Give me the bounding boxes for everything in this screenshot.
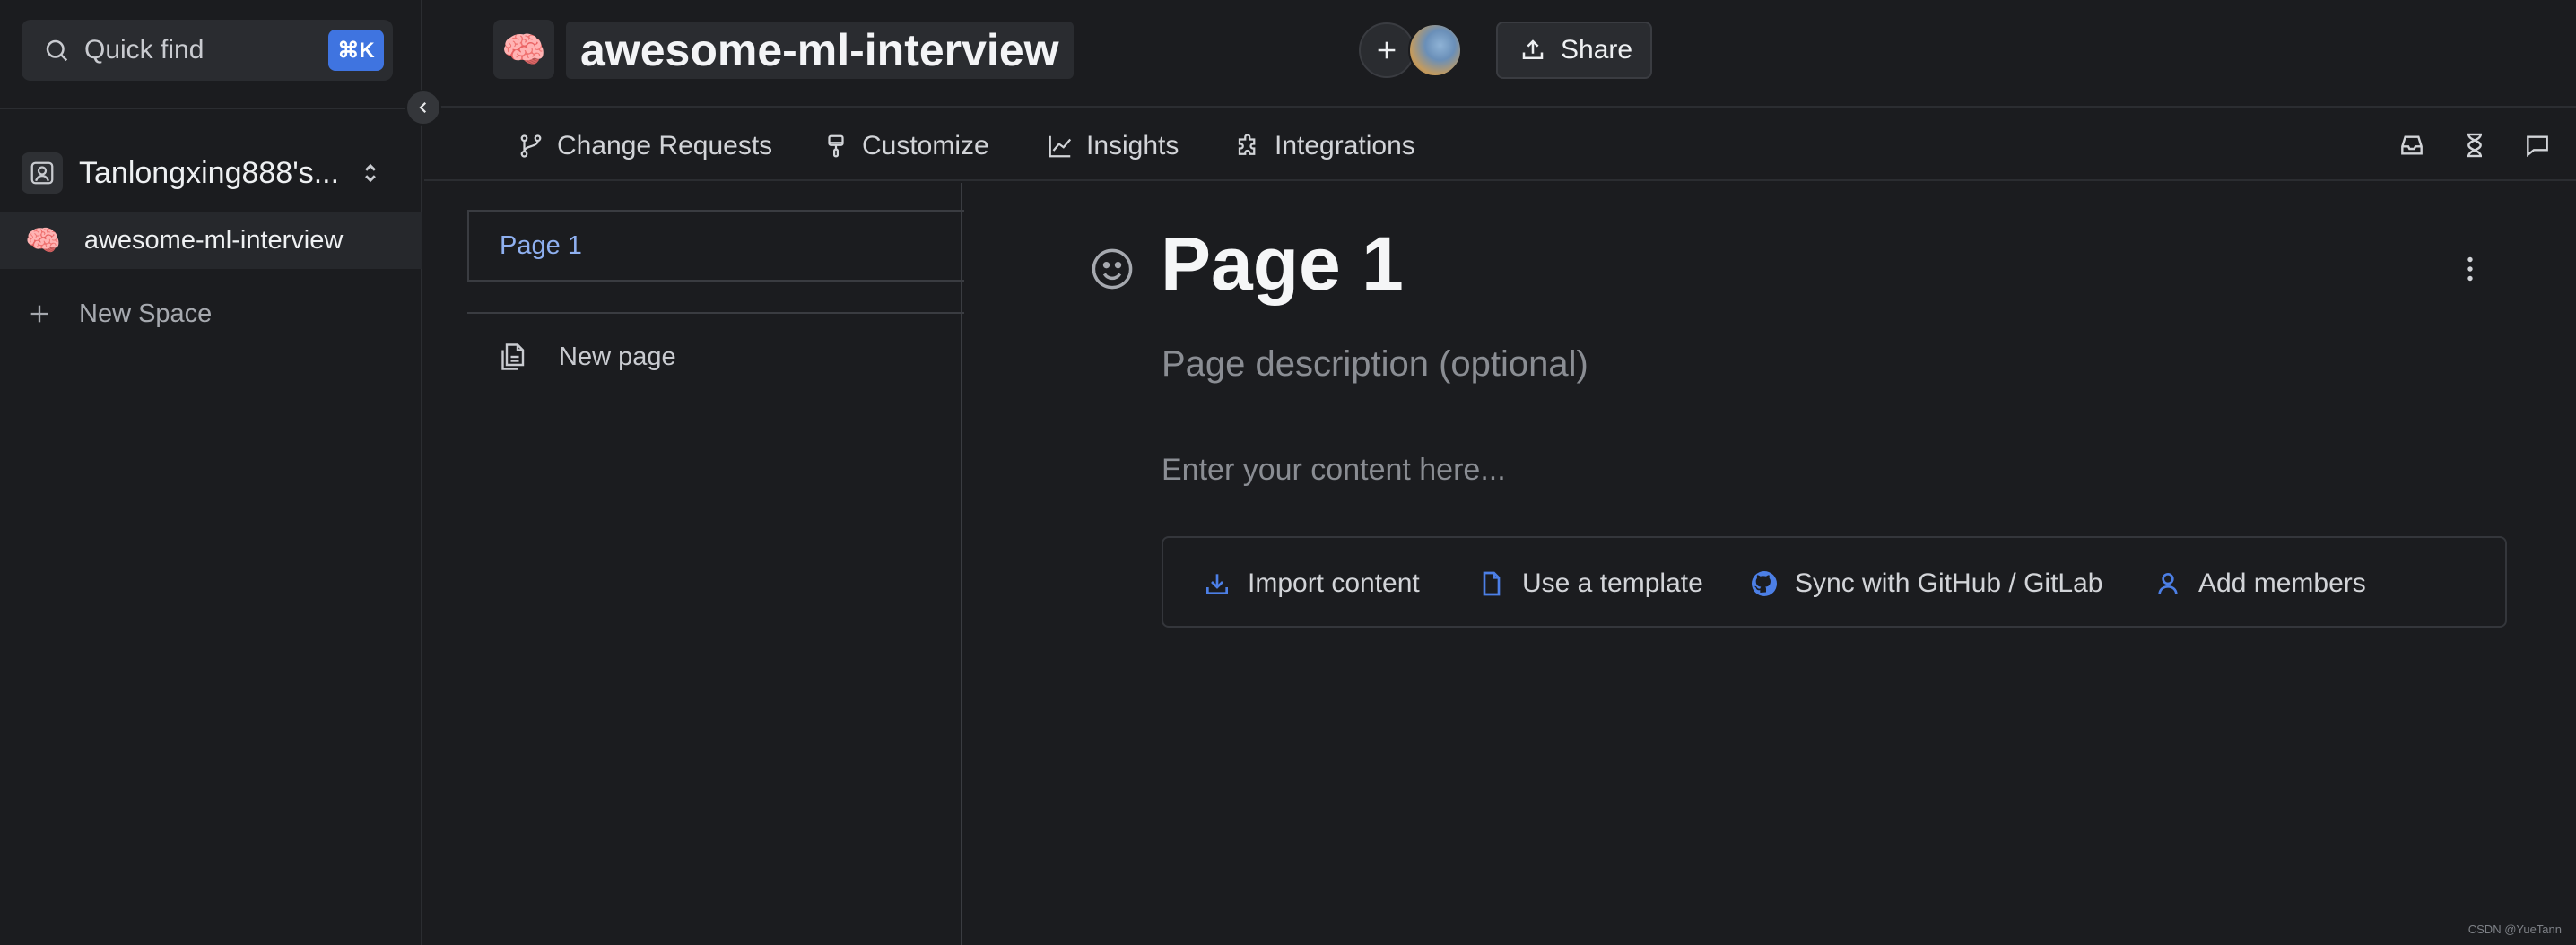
tab-insights[interactable]: Insights [1047,127,1179,165]
new-space-label: New Space [79,299,213,328]
download-icon [1203,569,1231,598]
organization-name: Tanlongxing888's... [79,155,340,190]
tab-change-requests[interactable]: Change Requests [518,127,772,165]
plus-icon [27,301,52,326]
sidebar-item-label: awesome-ml-interview [83,225,344,255]
space-emoji-button[interactable]: 🧠 [493,20,554,79]
tab-label: Change Requests [557,131,773,160]
new-page-button[interactable]: New page [496,332,676,382]
new-page-label: New page [559,342,676,371]
user-avatar[interactable] [1408,23,1462,77]
sync-github-gitlab-button[interactable]: Sync with GitHub / GitLab [1750,567,2102,601]
action-label: Use a template [1522,568,1703,598]
copy-page-icon [496,341,528,373]
comment-icon[interactable] [2521,129,2554,161]
chevron-up-down-icon [361,161,380,185]
organization-avatar-icon [22,152,63,194]
github-icon [1750,569,1779,598]
user-icon [2154,569,2182,598]
chart-icon [1047,133,1074,160]
chevron-left-icon [415,100,431,116]
page-title[interactable]: Page 1 [1161,221,1404,308]
page-tree-item-label: Page 1 [500,230,582,260]
brain-emoji-icon: 🧠 [25,224,61,256]
page-tree: Page 1 New page [424,183,964,945]
share-label: Share [1561,35,1633,65]
puzzle-icon [1235,133,1262,160]
sidebar: Quick find ⌘K Tanlongxing888's... 🧠 awes… [0,0,422,945]
tab-customize[interactable]: Customize [822,127,989,165]
more-options-button[interactable] [2454,253,2486,285]
action-label: Sync with GitHub / GitLab [1795,568,2103,598]
action-label: Add members [2198,568,2366,598]
tab-label: Integrations [1275,131,1415,160]
watermark: CSDN @YueTann [2467,923,2562,936]
vertical-dots-icon [2454,253,2486,285]
organization-switcher[interactable]: Tanlongxing888's... [22,148,398,198]
page-tree-border [961,183,962,945]
add-button[interactable] [1359,22,1414,78]
page-content-editor[interactable]: Enter your content here... [1162,453,1506,488]
search-icon [43,37,70,64]
page-tree-item-page-1[interactable]: Page 1 [467,210,964,282]
tab-label: Insights [1086,131,1179,160]
brush-icon [822,133,849,160]
import-content-button[interactable]: Import content [1203,567,1420,601]
space-title[interactable]: awesome-ml-interview [566,22,1074,79]
quick-find-button[interactable]: Quick find ⌘K [22,20,393,81]
page-description-field[interactable]: Page description (optional) [1162,344,1588,385]
hourglass-icon[interactable] [2459,129,2491,161]
branch-icon [518,133,544,160]
keyboard-shortcut-badge: ⌘K [328,30,384,71]
header: 🧠 awesome-ml-interview Share [424,0,2576,108]
add-members-button[interactable]: Add members [2154,567,2366,601]
plus-icon [1374,38,1399,63]
empty-page-actions: Import content Use a template Sync with … [1162,536,2507,628]
smiley-icon [1089,246,1136,292]
use-template-button[interactable]: Use a template [1477,567,1703,601]
collapse-sidebar-button[interactable] [405,90,441,126]
add-emoji-button[interactable] [1089,246,1136,292]
sidebar-item-awesome-ml-interview[interactable]: 🧠 awesome-ml-interview [0,212,422,269]
sidebar-divider [0,108,422,109]
tab-integrations[interactable]: Integrations [1235,127,1415,165]
document-icon [1477,569,1506,598]
quick-find-label: Quick find [84,35,205,65]
page-tree-divider [467,312,964,314]
inbox-icon[interactable] [2396,129,2428,161]
new-space-button[interactable]: New Space [27,285,212,342]
action-label: Import content [1248,568,1420,598]
space-toolbar: Change Requests Customize Insights Integ… [424,109,2576,181]
upload-icon [1519,37,1546,64]
tab-label: Customize [862,131,989,160]
share-button[interactable]: Share [1496,22,1652,79]
